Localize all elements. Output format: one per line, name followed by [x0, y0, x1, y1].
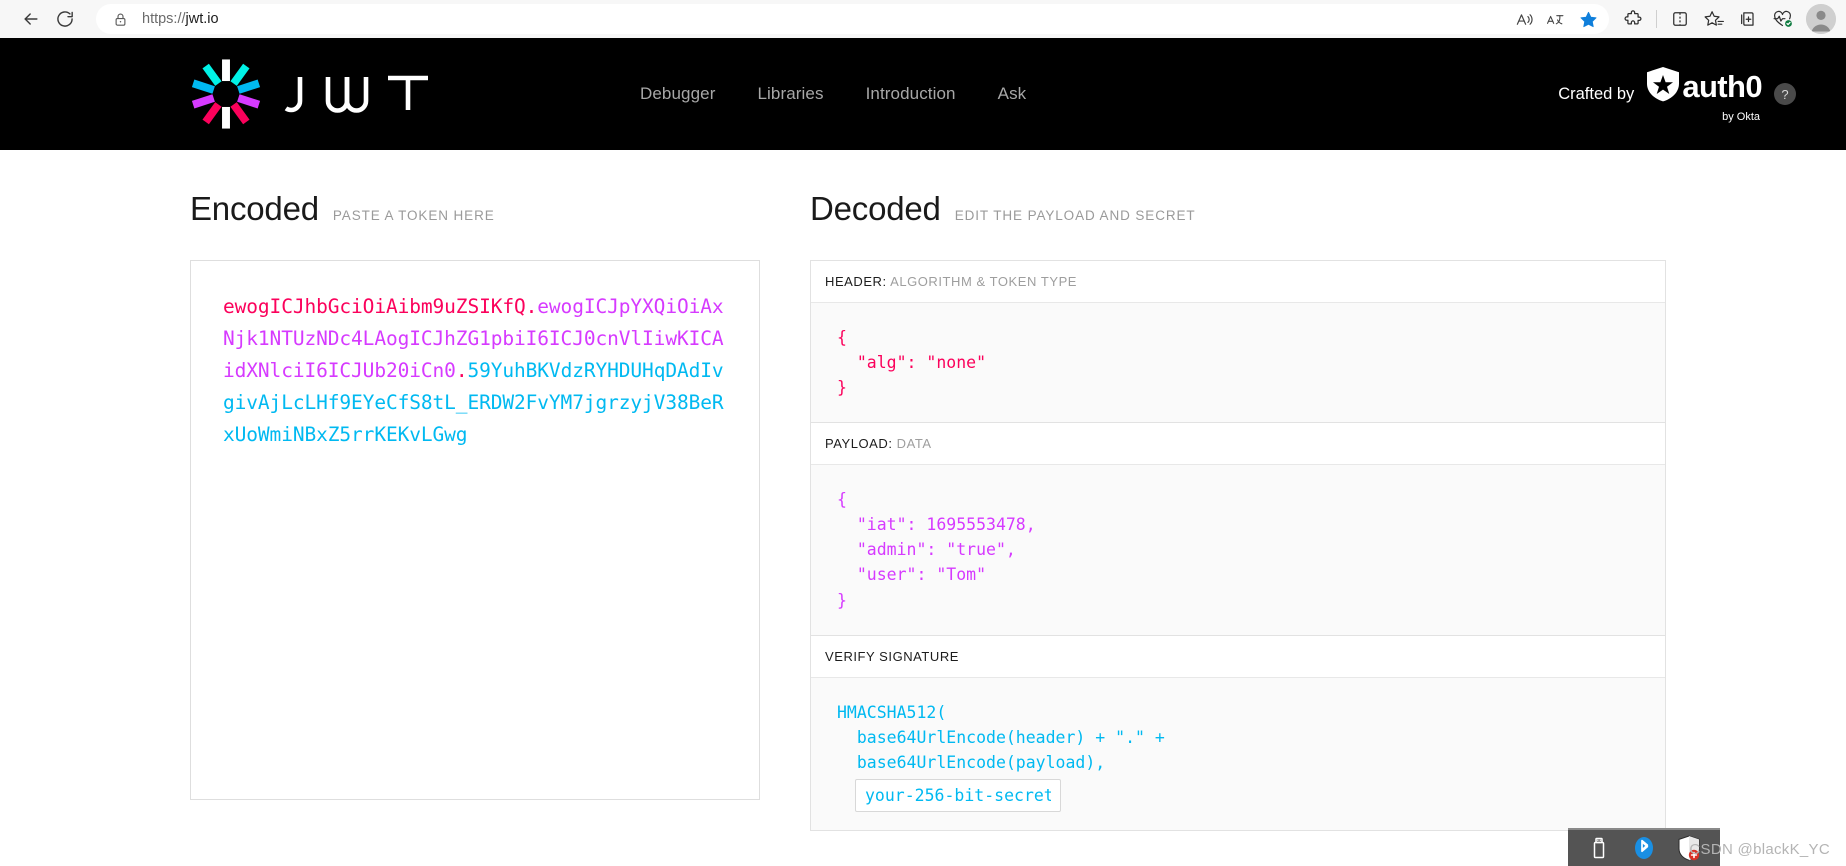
browser-essentials-icon[interactable] — [1766, 4, 1798, 34]
site-header: Debugger Libraries Introduction Ask Craf… — [0, 38, 1846, 150]
jwt-logo-mark-icon — [190, 58, 262, 130]
signature-panel-label: VERIFY SIGNATURE — [811, 635, 1665, 678]
read-aloud-icon[interactable] — [1509, 6, 1539, 32]
jwt-logo-wordmark — [284, 72, 454, 116]
encoded-heading: Encoded PASTE A TOKEN HERE — [190, 190, 760, 228]
payload-panel-label: PAYLOAD: DATA — [811, 423, 1665, 466]
crafted-by-block: Crafted by auth0 by Okta ? — [1558, 66, 1814, 123]
encoded-token-text[interactable]: ewogICJhbGciOiAibm9uZSIKfQ.ewogICJpYXQiO… — [223, 291, 729, 451]
signature-formula: HMACSHA512( base64UrlEncode(header) + ".… — [811, 677, 1665, 830]
decoded-subtitle: EDIT THE PAYLOAD AND SECRET — [954, 208, 1196, 223]
page-content: Encoded PASTE A TOKEN HERE ewogICJhbGciO… — [0, 150, 1846, 866]
header-json-editor[interactable]: { "alg": "none" } — [811, 303, 1665, 423]
lock-icon — [108, 7, 132, 31]
favorite-filled-icon[interactable] — [1573, 6, 1603, 32]
translate-icon[interactable] — [1541, 6, 1571, 32]
signature-line-3: base64UrlEncode(payload), — [837, 752, 1106, 772]
token-separator-1: . — [525, 295, 538, 318]
split-screen-icon[interactable] — [1664, 4, 1696, 34]
decoded-signature-panel: VERIFY SIGNATURE HMACSHA512( base64UrlEn… — [810, 635, 1666, 831]
encoded-title: Encoded — [190, 190, 319, 227]
jwt-logo[interactable] — [190, 58, 454, 130]
signature-line-2: base64UrlEncode(header) + "." + — [837, 727, 1165, 747]
signature-line-1: HMACSHA512( — [837, 702, 947, 722]
back-button[interactable] — [14, 4, 48, 34]
nav-link-ask[interactable]: Ask — [998, 84, 1027, 104]
token-header-part: ewogICJhbGciOiAibm9uZSIKfQ — [223, 295, 526, 318]
token-separator-2: . — [455, 358, 468, 382]
encoded-subtitle: PASTE A TOKEN HERE — [332, 208, 495, 223]
browser-toolbar: https://jwt.io — [0, 0, 1846, 38]
auth0-mark-icon — [1646, 66, 1680, 107]
help-icon[interactable]: ? — [1774, 83, 1796, 105]
nav-link-debugger[interactable]: Debugger — [640, 84, 715, 104]
header-panel-label: HEADER: ALGORITHM & TOKEN TYPE — [811, 261, 1665, 303]
header-panel-label-muted: ALGORITHM & TOKEN TYPE — [890, 274, 1078, 289]
address-bar[interactable]: https://jwt.io — [96, 4, 1609, 34]
profile-avatar-icon[interactable] — [1806, 4, 1836, 34]
nav-link-introduction[interactable]: Introduction — [866, 84, 956, 104]
favorites-icon[interactable] — [1698, 4, 1730, 34]
decoded-heading: Decoded EDIT THE PAYLOAD AND SECRET — [810, 190, 1666, 228]
bluetooth-icon[interactable] — [1629, 833, 1659, 863]
decoded-payload-panel: PAYLOAD: DATA { "iat": 1695553478, "admi… — [810, 423, 1666, 636]
refresh-button[interactable] — [48, 4, 82, 34]
site-navigation: Debugger Libraries Introduction Ask — [640, 84, 1026, 104]
decoded-header-panel: HEADER: ALGORITHM & TOKEN TYPE { "alg": … — [810, 260, 1666, 424]
url-text[interactable]: https://jwt.io — [132, 11, 1509, 27]
payload-panel-label-muted: DATA — [896, 436, 932, 452]
decoded-title: Decoded — [810, 190, 941, 227]
auth0-wordmark: auth0 — [1682, 68, 1762, 104]
by-okta-label: by Okta — [1722, 110, 1760, 123]
collections-icon[interactable] — [1732, 4, 1764, 34]
browser-actions — [1617, 4, 1798, 34]
crafted-by-label: Crafted by — [1558, 84, 1635, 103]
extensions-icon[interactable] — [1617, 4, 1649, 34]
usb-icon[interactable] — [1584, 833, 1614, 863]
payload-panel-label-main: PAYLOAD: — [825, 436, 893, 452]
encoded-column: Encoded PASTE A TOKEN HERE ewogICJhbGciO… — [0, 190, 760, 866]
encoded-token-input[interactable]: ewogICJhbGciOiAibm9uZSIKfQ.ewogICJpYXQiO… — [190, 260, 760, 800]
decoded-column: Decoded EDIT THE PAYLOAD AND SECRET HEAD… — [760, 190, 1846, 866]
header-panel-label-main: HEADER: — [825, 274, 887, 289]
nav-link-libraries[interactable]: Libraries — [757, 84, 823, 104]
payload-json-editor[interactable]: { "iat": 1695553478, "admin": "true", "u… — [811, 465, 1665, 635]
toolbar-divider — [1656, 10, 1657, 28]
secret-input[interactable] — [855, 778, 1061, 812]
watermark-text: CSDN @blackK_YC — [1689, 841, 1830, 858]
auth0-logo[interactable]: auth0 by Okta — [1646, 66, 1763, 123]
